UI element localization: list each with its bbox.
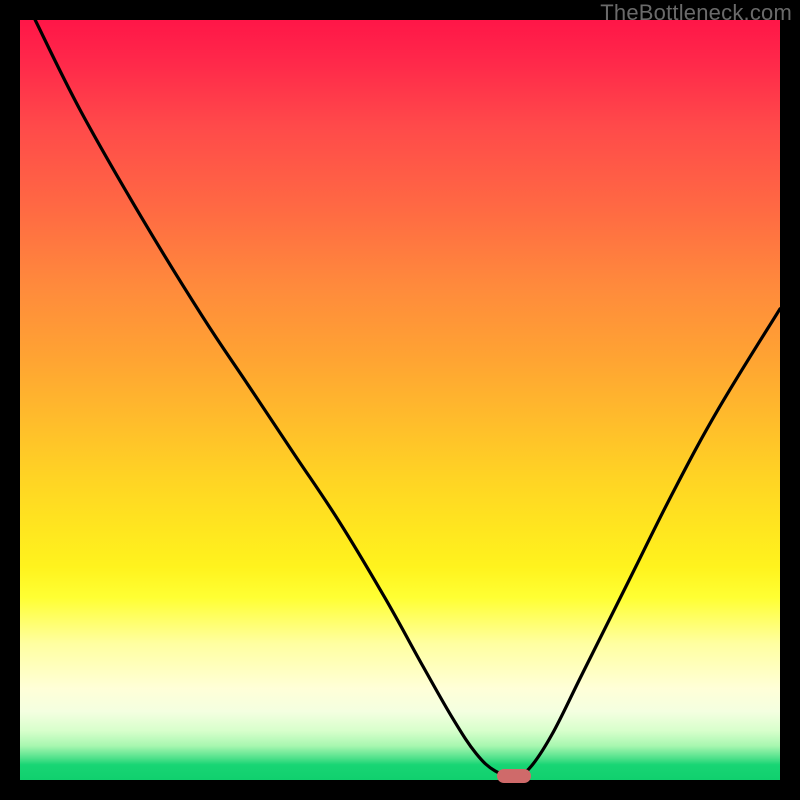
curve-svg xyxy=(20,20,780,780)
plot-area xyxy=(20,20,780,780)
chart-frame: TheBottleneck.com xyxy=(0,0,800,800)
bottleneck-curve xyxy=(35,20,780,776)
optimal-marker xyxy=(497,769,531,783)
watermark-text: TheBottleneck.com xyxy=(600,0,792,26)
